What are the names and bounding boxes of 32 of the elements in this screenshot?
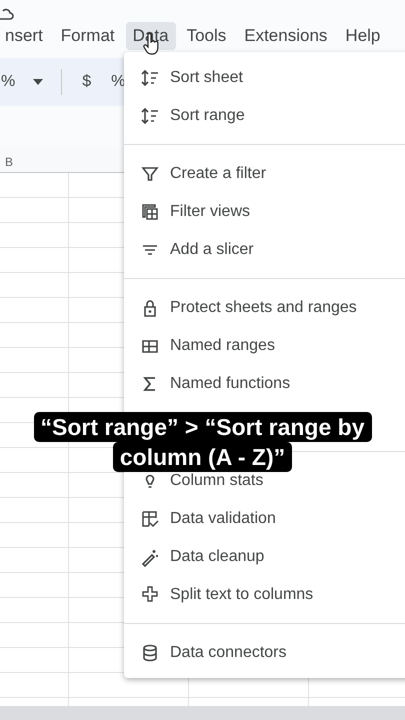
column-header: B <box>5 155 14 169</box>
dropdown-caret-icon[interactable] <box>33 79 44 85</box>
format-button[interactable]: $ <box>72 70 102 94</box>
menu-option[interactable]: Named functions <box>170 372 290 396</box>
format-button[interactable]: % <box>0 70 26 94</box>
menu-item[interactable]: Format <box>54 22 122 50</box>
menu-option[interactable]: Sort range <box>170 104 245 128</box>
menu-option[interactable]: Create a filter <box>170 162 266 186</box>
menu-option[interactable]: Sort sheet <box>170 66 243 90</box>
grid-icon <box>140 202 160 222</box>
sort-icon <box>140 106 160 126</box>
menu-option[interactable]: Filter views <box>170 200 250 224</box>
menu-option[interactable]: Add a slicer <box>170 238 254 262</box>
menu-item[interactable]: nsert <box>0 22 50 50</box>
checklist-icon <box>140 509 160 529</box>
menu-option[interactable]: Split text to columns <box>170 583 314 607</box>
menu-option[interactable]: Data cleanup <box>170 545 264 569</box>
menu-item[interactable]: Extensions <box>237 22 334 50</box>
cloud-icon[interactable] <box>0 8 14 20</box>
caption-text: column (A - Z)” <box>112 442 292 472</box>
menu-option[interactable]: Data connectors <box>170 641 287 665</box>
caption-text: “Sort range” > “Sort range by <box>34 412 372 442</box>
filter-icon <box>140 164 160 184</box>
magic-wand-icon <box>140 547 160 567</box>
menu-option[interactable]: Column stats <box>170 469 264 493</box>
menu-item[interactable]: Tools <box>180 22 234 50</box>
menu-option[interactable]: Protect sheets and ranges <box>170 296 357 320</box>
menu-option[interactable]: Data validation <box>170 507 276 531</box>
menu-option[interactable]: Named ranges <box>170 334 275 358</box>
database-icon <box>140 643 160 663</box>
menu-item[interactable]: Help <box>338 22 388 50</box>
sort-icon <box>140 68 160 88</box>
